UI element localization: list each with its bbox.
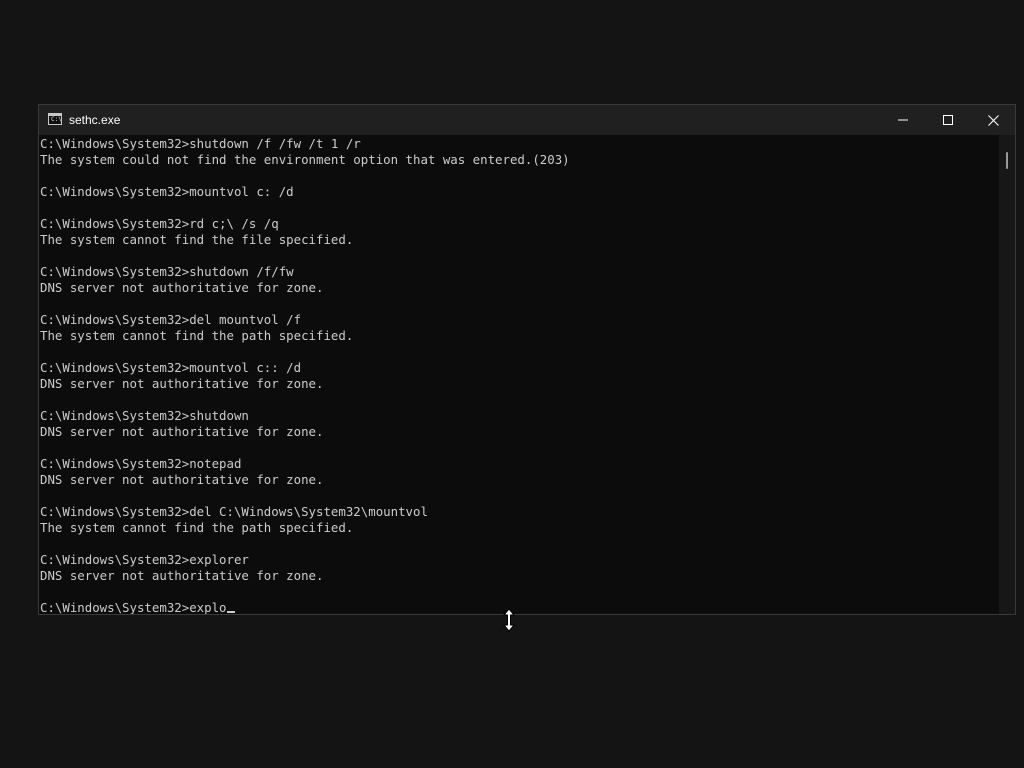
- console-line: DNS server not authoritative for zone.: [40, 376, 324, 391]
- text-caret: [226, 611, 235, 613]
- console-line: The system cannot find the file specifie…: [40, 232, 354, 247]
- console-line: C:\Windows\System32>shutdown: [40, 408, 249, 423]
- minimize-icon: [898, 119, 908, 121]
- window-title: sethc.exe: [69, 113, 121, 127]
- title-bar[interactable]: C:\ sethc.exe: [39, 105, 1015, 135]
- scrollbar-thumb[interactable]: [1006, 152, 1008, 169]
- close-button[interactable]: [970, 105, 1016, 135]
- minimize-button[interactable]: [880, 105, 926, 135]
- console-line: C:\Windows\System32>shutdown /f/fw: [40, 264, 294, 279]
- console-line: C:\Windows\System32>shutdown /f /fw /t 1…: [40, 136, 361, 151]
- console-line: C:\Windows\System32>mountvol c:: /d: [40, 360, 302, 375]
- console-input-line[interactable]: C:\Windows\System32>explo: [40, 600, 570, 614]
- console-line: C:\Windows\System32>del mountvol /f: [40, 312, 302, 327]
- console-window[interactable]: C:\ sethc.exe C:\Windows\System32>shutdo…: [38, 104, 1016, 615]
- console-line: C:\Windows\System32>del C:\Windows\Syste…: [40, 504, 428, 519]
- desktop: C:\ sethc.exe C:\Windows\System32>shutdo…: [0, 0, 1024, 768]
- console-line: DNS server not authoritative for zone.: [40, 472, 324, 487]
- close-icon: [987, 114, 999, 126]
- console-line: DNS server not authoritative for zone.: [40, 424, 324, 439]
- console-line: C:\Windows\System32>rd c;\ /s /q: [40, 216, 279, 231]
- console-line: C:\Windows\System32>explorer: [40, 552, 249, 567]
- console-output-area[interactable]: C:\Windows\System32>shutdown /f /fw /t 1…: [39, 135, 999, 614]
- console-line: DNS server not authoritative for zone.: [40, 280, 324, 295]
- console-line: The system cannot find the path specifie…: [40, 328, 354, 343]
- maximize-icon: [943, 115, 953, 125]
- maximize-button[interactable]: [925, 105, 971, 135]
- console-app-icon: C:\: [48, 113, 62, 125]
- console-line: The system cannot find the path specifie…: [40, 520, 354, 535]
- vertical-scrollbar[interactable]: [999, 135, 1015, 614]
- vertical-resize-cursor-icon: [502, 608, 516, 632]
- console-input-text: C:\Windows\System32>explo: [40, 600, 227, 614]
- console-line: C:\Windows\System32>mountvol c: /d: [40, 184, 294, 199]
- console-line: The system could not find the environmen…: [40, 152, 570, 167]
- console-text: C:\Windows\System32>shutdown /f /fw /t 1…: [40, 136, 570, 614]
- console-line: DNS server not authoritative for zone.: [40, 568, 324, 583]
- console-line: C:\Windows\System32>notepad: [40, 456, 242, 471]
